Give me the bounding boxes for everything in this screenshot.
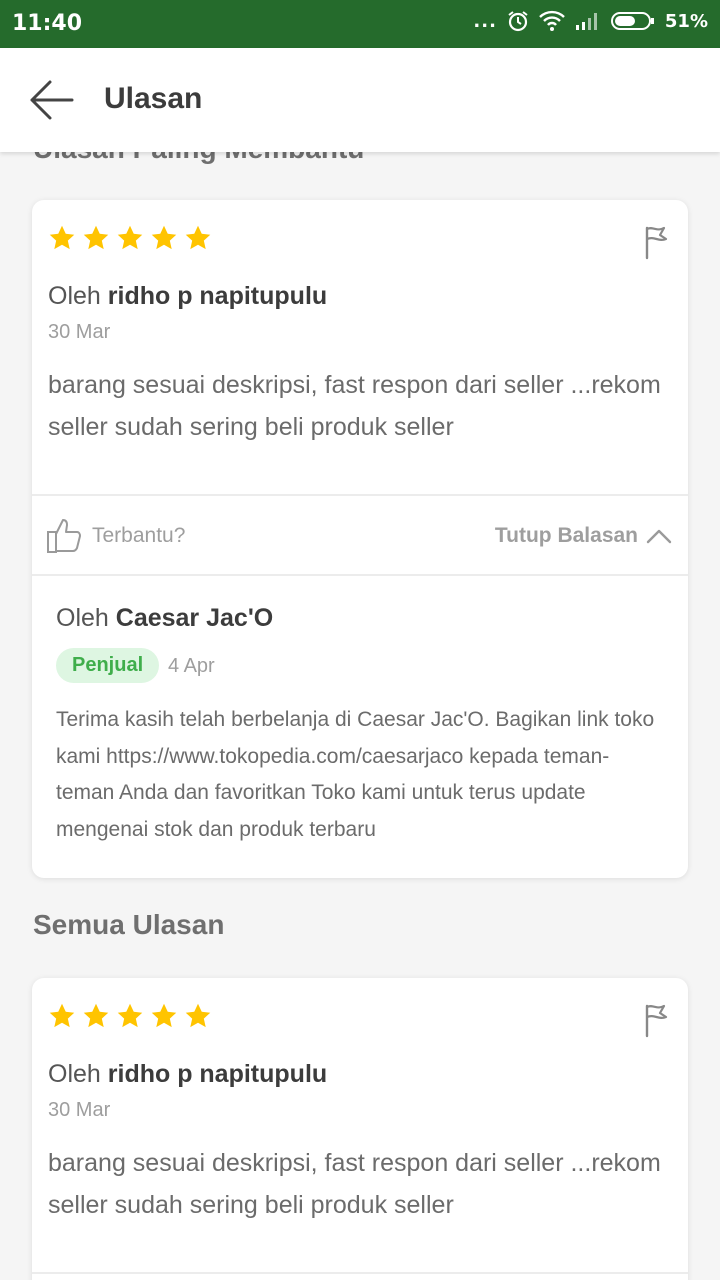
more-dots-icon: ...	[473, 10, 497, 32]
star-icon	[151, 225, 177, 250]
review-date: 30 Mar	[48, 321, 111, 343]
rating-stars	[48, 1002, 212, 1030]
star-icon	[117, 225, 143, 250]
rating-stars	[48, 224, 212, 252]
status-icons: ... 51%	[473, 10, 708, 32]
by-label: Oleh	[56, 604, 109, 632]
seller-badge: Penjual	[56, 648, 160, 683]
close-reply-button[interactable]: Tutup Balasan	[495, 524, 672, 548]
author-name[interactable]: ridho p napitupulu	[108, 1060, 327, 1088]
star-icon	[185, 1003, 211, 1028]
thumbs-up-icon[interactable]	[46, 516, 82, 554]
battery-icon	[610, 12, 654, 30]
by-label: Oleh	[48, 282, 101, 310]
arrow-left-icon	[30, 80, 74, 120]
author-name[interactable]: ridho p napitupulu	[108, 282, 327, 310]
back-button[interactable]	[28, 78, 74, 122]
helpful-button[interactable]: Terbantu?	[92, 524, 185, 548]
review-text: barang sesuai deskripsi, fast respon dar…	[48, 371, 661, 441]
helpful-row: Terbantu? Tutup Balasan	[32, 496, 688, 574]
signal-icon	[575, 13, 597, 30]
divider	[32, 1272, 688, 1274]
seller-name[interactable]: Caesar Jac'O	[116, 604, 273, 632]
battery-percent: 51%	[664, 10, 708, 32]
reply-text: Terima kasih telah berbelanja di Caesar …	[56, 708, 655, 841]
review-text: barang sesuai deskripsi, fast respon dar…	[48, 1149, 661, 1219]
star-icon	[49, 1003, 75, 1028]
star-icon	[151, 1003, 177, 1028]
reply-author: Oleh Caesar Jac'O	[56, 604, 273, 633]
section-title-all-reviews: Semua Ulasan	[33, 909, 225, 940]
section-title-most-helpful: Ulasan Paling Membantu	[33, 152, 364, 165]
status-time: 11:40	[12, 11, 83, 36]
by-label: Oleh	[48, 1060, 101, 1088]
star-icon	[185, 225, 211, 250]
report-flag-icon[interactable]	[642, 224, 672, 260]
star-icon	[117, 1003, 143, 1028]
wifi-icon	[539, 10, 565, 31]
star-icon	[83, 225, 109, 250]
chevron-up-icon	[646, 529, 672, 544]
report-flag-icon[interactable]	[642, 1002, 672, 1038]
star-icon	[83, 1003, 109, 1028]
review-author: Oleh ridho p napitupulu	[48, 1060, 327, 1089]
alarm-icon	[508, 11, 528, 32]
review-card: Oleh ridho p napitupulu 30 Mar barang se…	[32, 200, 688, 878]
review-card: Oleh ridho p napitupulu 30 Mar barang se…	[32, 978, 688, 1280]
close-reply-label: Tutup Balasan	[494, 524, 638, 547]
reply-date: 4 Apr	[168, 655, 215, 677]
app-bar: Ulasan	[0, 48, 720, 152]
review-date: 30 Mar	[48, 1099, 111, 1121]
page-title: Ulasan	[104, 82, 203, 115]
status-bar: 11:40 ... 51%	[0, 0, 720, 48]
review-author: Oleh ridho p napitupulu	[48, 282, 327, 311]
star-icon	[49, 225, 75, 250]
divider	[32, 574, 688, 576]
reviews-content[interactable]: Ulasan Paling Membantu Oleh ridho p napi…	[0, 152, 720, 1280]
